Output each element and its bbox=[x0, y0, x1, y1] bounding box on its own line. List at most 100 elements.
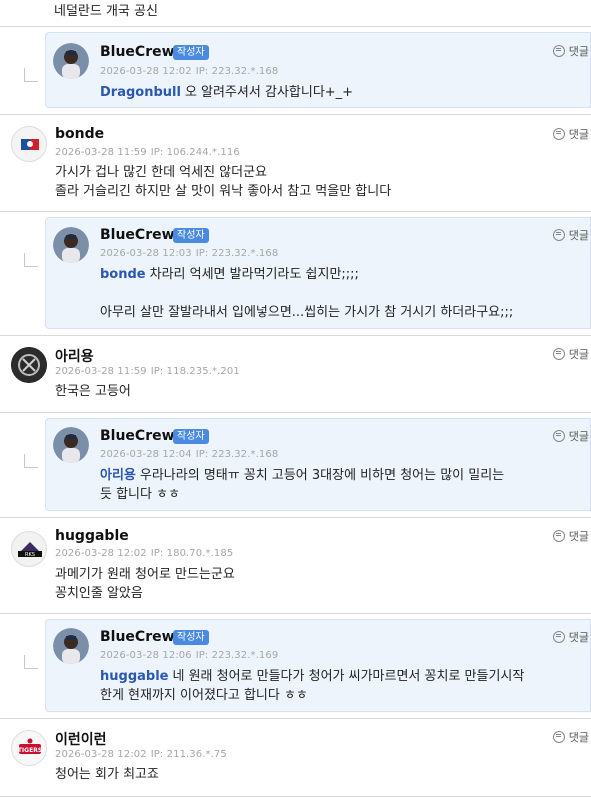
reply-button[interactable]: 댓글 bbox=[552, 629, 589, 645]
reply-arrow-icon bbox=[24, 253, 38, 267]
comment-nickname[interactable]: 이런이런 bbox=[55, 729, 107, 749]
comment-item: bonde 2026-03-28 11:59 IP: 106.244.*.116 … bbox=[0, 116, 591, 212]
comment-date: 2026-03-28 12:03 bbox=[100, 248, 192, 259]
reply-button-label: 댓글 bbox=[568, 45, 589, 58]
reply-button[interactable]: 댓글 bbox=[552, 528, 589, 544]
reply-button-label: 댓글 bbox=[568, 128, 589, 141]
reply-item: BlueCrew 작성자 2026-03-28 12:02 IP: 223.32.… bbox=[0, 28, 591, 115]
reply-icon bbox=[552, 229, 565, 241]
avatar[interactable] bbox=[11, 347, 47, 383]
reply-button[interactable]: 댓글 bbox=[552, 346, 589, 362]
reply-item: BlueCrew 작성자 2026-03-28 12:03 IP: 223.32.… bbox=[0, 213, 591, 336]
reply-icon bbox=[552, 731, 565, 743]
reply-button[interactable]: 댓글 bbox=[552, 729, 589, 745]
comment-nickname[interactable]: BlueCrew bbox=[100, 227, 175, 243]
mention-link[interactable]: bonde bbox=[100, 267, 146, 282]
comment-nickname[interactable]: 아리용 bbox=[55, 346, 94, 366]
reply-button-label: 댓글 bbox=[568, 348, 589, 361]
comment-body-line: 차라리 억세면 발라먹기라도 쉽지만;;;; bbox=[149, 267, 359, 282]
author-badge: 작성자 bbox=[173, 228, 209, 243]
reply-icon bbox=[552, 45, 565, 57]
mention-link[interactable]: huggable bbox=[100, 669, 168, 684]
reply-item: BlueCrew 작성자 2026-03-28 12:04 IP: 223.32.… bbox=[0, 414, 591, 518]
comment-item: RKS huggable 2026-03-28 12:02 IP: 180.70.… bbox=[0, 519, 591, 614]
comment-ip: IP: 223.32.*.169 bbox=[195, 650, 279, 661]
comment-ip: IP: 106.244.*.116 bbox=[150, 147, 240, 158]
comment-body-line: 오 알려주셔서 감사합니다+_+ bbox=[184, 85, 354, 100]
mention-link[interactable]: Dragonbull bbox=[100, 85, 181, 100]
comment-meta: 2026-03-28 11:59 IP: 118.235.*.201 bbox=[55, 366, 240, 377]
comment-nickname[interactable]: BlueCrew bbox=[100, 629, 175, 645]
reply-button-label: 댓글 bbox=[568, 731, 589, 744]
comment-ip: IP: 118.235.*.201 bbox=[150, 366, 240, 377]
comment-date: 2026-03-28 12:06 bbox=[100, 650, 192, 661]
reply-arrow-icon bbox=[24, 454, 38, 468]
reply-arrow-icon bbox=[24, 655, 38, 669]
svg-text:TIGERS: TIGERS bbox=[18, 747, 42, 754]
comment-ip: IP: 180.70.*.185 bbox=[150, 548, 234, 559]
author-badge: 작성자 bbox=[173, 45, 209, 60]
comment-body: 아리용 우라나라의 명태ㅠ 꽁치 고등어 3대장에 비하면 청어는 많이 밀리는 bbox=[100, 466, 504, 485]
comment-body-line: 한국은 고등어 bbox=[55, 384, 131, 399]
comment-meta: 2026-03-28 12:02 IP: 223.32.*.168 bbox=[100, 66, 278, 77]
comment-meta: 2026-03-28 11:59 IP: 106.244.*.116 bbox=[55, 147, 240, 158]
comment-list: 네덜란드 개국 공신 BlueCrew 작성자 2026-03-28 12:02… bbox=[0, 0, 591, 797]
comment-body-line: 네덜란드 개국 공신 bbox=[54, 4, 158, 19]
reply-button[interactable]: 댓글 bbox=[552, 227, 589, 243]
comment-body: bonde 차라리 억세면 발라먹기라도 쉽지만;;;; bbox=[100, 265, 359, 284]
reply-icon bbox=[552, 530, 565, 542]
reply-button-label: 댓글 bbox=[568, 430, 589, 443]
comment-date: 2026-03-28 11:59 bbox=[55, 366, 147, 377]
comment-nickname[interactable]: BlueCrew bbox=[100, 44, 175, 60]
comment-body-line: 우라나라의 명태ㅠ 꽁치 고등어 3대장에 비하면 청어는 많이 밀리는 bbox=[139, 468, 505, 483]
comment-nickname[interactable]: bonde bbox=[55, 126, 104, 142]
comment-ip: IP: 223.32.*.168 bbox=[195, 449, 279, 460]
avatar[interactable] bbox=[53, 427, 89, 463]
mention-link[interactable]: 아리용 bbox=[100, 468, 136, 483]
comment-meta: 2026-03-28 12:03 IP: 223.32.*.168 bbox=[100, 248, 278, 259]
comment-meta: 2026-03-28 12:02 IP: 180.70.*.185 bbox=[55, 548, 233, 559]
avatar[interactable]: RKS bbox=[11, 531, 47, 567]
comment-ip: IP: 223.32.*.168 bbox=[195, 248, 279, 259]
comment-date: 2026-03-28 12:04 bbox=[100, 449, 192, 460]
comment-body-line: 한게 현재까지 이어졌다고 합니다 ㅎㅎ bbox=[100, 688, 308, 703]
reply-item: BlueCrew 작성자 2026-03-28 12:06 IP: 223.32.… bbox=[0, 615, 591, 719]
comment-meta: 2026-03-28 12:04 IP: 223.32.*.168 bbox=[100, 449, 278, 460]
comment-ip: IP: 211.36.*.75 bbox=[150, 749, 227, 760]
comment-body-line: 졸라 거슬리긴 하지만 살 맛이 워낙 좋아서 참고 먹을만 합니다 bbox=[55, 184, 392, 199]
reply-button-label: 댓글 bbox=[568, 530, 589, 543]
reply-icon bbox=[552, 348, 565, 360]
avatar[interactable] bbox=[53, 43, 89, 79]
reply-button[interactable]: 댓글 bbox=[552, 126, 589, 142]
avatar[interactable] bbox=[53, 227, 89, 263]
avatar[interactable] bbox=[53, 628, 89, 664]
comment-nickname[interactable]: huggable bbox=[55, 528, 129, 544]
comment-body: huggable 네 원래 청어로 만들다가 청어가 씨가마르면서 꽁치로 만들기… bbox=[100, 667, 524, 686]
comment-date: 2026-03-28 12:02 bbox=[55, 548, 147, 559]
comment-date: 2026-03-28 12:02 bbox=[100, 66, 192, 77]
author-badge: 작성자 bbox=[173, 630, 209, 645]
comment-body-line: 듯 합니다 ㅎㅎ bbox=[100, 487, 181, 502]
comment-body-line: 과메기가 원래 청어로 만드는군요 bbox=[55, 567, 235, 582]
avatar[interactable]: TIGERS bbox=[11, 730, 47, 766]
author-badge: 작성자 bbox=[173, 429, 209, 444]
comment-date: 2026-03-28 12:02 bbox=[55, 749, 147, 760]
reply-icon bbox=[552, 128, 565, 140]
reply-button-label: 댓글 bbox=[568, 631, 589, 644]
comment-meta: 2026-03-28 12:06 IP: 223.32.*.169 bbox=[100, 650, 278, 661]
reply-button[interactable]: 댓글 bbox=[552, 43, 589, 59]
comment-fragment: 네덜란드 개국 공신 bbox=[0, 0, 591, 27]
comment-body-line: 아무리 살만 잘발라내서 입에넣으면...씹히는 가시가 참 거시기 하더라구요… bbox=[100, 305, 514, 320]
comment-meta: 2026-03-28 12:02 IP: 211.36.*.75 bbox=[55, 749, 227, 760]
comment-nickname[interactable]: BlueCrew bbox=[100, 428, 175, 444]
comment-ip: IP: 223.32.*.168 bbox=[195, 66, 279, 77]
comment-body: Dragonbull 오 알려주셔서 감사합니다+_+ bbox=[100, 83, 353, 102]
reply-button[interactable]: 댓글 bbox=[552, 428, 589, 444]
comment-body-line: 가시가 겁나 많긴 한데 억세진 않더군요 bbox=[55, 165, 268, 180]
avatar[interactable] bbox=[11, 126, 47, 162]
svg-text:RKS: RKS bbox=[25, 552, 35, 558]
comment-item: 아리용 2026-03-28 11:59 IP: 118.235.*.201 한국… bbox=[0, 337, 591, 413]
reply-icon bbox=[552, 631, 565, 643]
reply-button-label: 댓글 bbox=[568, 229, 589, 242]
comment-date: 2026-03-28 11:59 bbox=[55, 147, 147, 158]
